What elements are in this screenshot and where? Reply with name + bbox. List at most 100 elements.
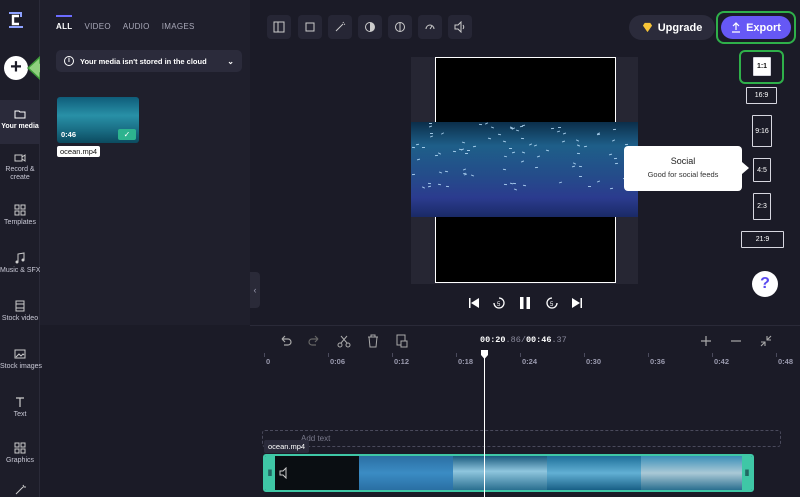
fish-speck (609, 187, 614, 190)
ratio-2-3[interactable]: 2:3 (753, 193, 771, 220)
fish-speck (415, 143, 420, 146)
clipchamp-logo[interactable] (4, 8, 28, 32)
grid-icon (14, 204, 26, 216)
scissors-icon[interactable] (336, 333, 352, 349)
crop-button[interactable] (298, 15, 322, 39)
zoom-in-icon[interactable] (698, 333, 714, 349)
cloud-storage-notice[interactable]: i Your media isn't stored in the cloud ⌄ (56, 50, 242, 72)
collapse-panel-handle[interactable]: ‹ (250, 272, 260, 308)
redo-icon[interactable] (306, 333, 322, 349)
video-clip[interactable]: ‖ ‖ (263, 454, 754, 492)
text-track[interactable]: Add text (262, 430, 781, 447)
fish-speck (452, 150, 457, 153)
fish-speck (611, 139, 616, 142)
rail-templates[interactable]: Templates (0, 200, 40, 244)
rail-label: Stock video (1, 315, 39, 322)
tab-all[interactable]: ALL (56, 15, 73, 39)
ratio-1-1[interactable]: 1:1 (753, 57, 771, 76)
clip-trim-handle-left[interactable]: ‖ (265, 456, 275, 490)
forward-5-icon[interactable]: 5 (545, 296, 559, 310)
tab-audio[interactable]: AUDIO (123, 15, 150, 39)
tick-label: 0:42 (714, 357, 730, 366)
tick (776, 353, 777, 357)
ratio-4-5[interactable]: 4:5 (753, 158, 771, 182)
tab-images[interactable]: IMAGES (162, 15, 195, 39)
add-media-button[interactable]: + (4, 56, 28, 80)
fish-speck (583, 145, 588, 148)
rewind-5-icon[interactable]: 5 (492, 296, 506, 310)
fish-speck (421, 146, 426, 149)
help-button[interactable]: ? (752, 271, 778, 297)
fish-speck (509, 182, 514, 185)
upgrade-label: Upgrade (657, 21, 703, 34)
fish-speck (519, 125, 524, 128)
skip-back-icon[interactable] (468, 296, 480, 310)
magic-wand-icon (335, 21, 346, 32)
media-thumbnail[interactable]: 0:46 ✓ (57, 97, 139, 143)
contrast-button[interactable] (358, 15, 382, 39)
total-time-fraction: .37 (551, 335, 567, 345)
fish-speck (421, 186, 426, 189)
tick (648, 353, 649, 357)
timeline-ruler[interactable]: 0 0:06 0:12 0:18 0:24 0:30 0:36 0:42 0:4… (262, 353, 800, 371)
magic-button[interactable] (328, 15, 352, 39)
rail-stock-images[interactable]: Stock images (0, 344, 42, 388)
filters-button[interactable] (388, 15, 412, 39)
skip-forward-icon[interactable] (571, 296, 583, 310)
fish-speck (533, 144, 538, 147)
clip-frame (547, 456, 641, 490)
fish-speck (438, 171, 443, 174)
clip-frame (641, 456, 744, 490)
info-icon: i (64, 56, 74, 66)
upgrade-button[interactable]: Upgrade (629, 15, 715, 40)
layout-button[interactable] (267, 15, 291, 39)
speed-button[interactable] (418, 15, 442, 39)
fish-speck (427, 182, 432, 185)
fish-speck (536, 155, 541, 158)
rail-record-create[interactable]: Record & create (0, 148, 40, 192)
timecode: 00:20.86/00:46.37 (480, 335, 567, 345)
trash-icon[interactable] (365, 333, 381, 349)
rail-your-media[interactable]: Your media (0, 100, 40, 144)
rail-graphics[interactable]: Graphics (0, 438, 40, 482)
ratio-16-9[interactable]: 16:9 (746, 87, 777, 104)
tick (712, 353, 713, 357)
tick-label: 0:30 (586, 357, 602, 366)
fit-timeline-icon[interactable] (758, 333, 774, 349)
fish-speck (614, 162, 619, 165)
rail-stock-video[interactable]: Stock video (0, 296, 40, 340)
tick (584, 353, 585, 357)
clip-frame (453, 456, 547, 490)
playhead-line[interactable] (484, 358, 485, 497)
tab-video[interactable]: VIDEO (84, 15, 110, 39)
media-filename: ocean.mp4 (57, 146, 101, 157)
speaker-icon[interactable] (279, 467, 291, 479)
undo-icon[interactable] (278, 333, 294, 349)
ratio-21-9[interactable]: 21:9 (741, 231, 784, 248)
rail-text[interactable]: Text (0, 392, 40, 436)
rail-transitions[interactable] (0, 484, 40, 497)
ratio-9-16[interactable]: 9:16 (752, 115, 772, 147)
tick-label: 0:36 (650, 357, 666, 366)
rail-music-sfx[interactable]: Music & SFX (0, 248, 40, 292)
fish-speck (434, 154, 439, 157)
fish-speck (467, 150, 470, 151)
fish-speck (487, 137, 492, 140)
fish-speck (411, 146, 416, 149)
chevron-down-icon[interactable]: ⌄ (227, 57, 234, 66)
fish-speck (427, 185, 432, 188)
film-icon (15, 300, 25, 312)
fish-speck (513, 188, 518, 191)
clip-trim-handle-right[interactable]: ‖ (742, 456, 752, 490)
fish-speck (596, 133, 601, 136)
export-label: Export (746, 21, 781, 34)
tick (456, 353, 457, 357)
rail-label: Record & create (5, 166, 35, 181)
pause-icon[interactable] (519, 296, 531, 310)
fish-speck (429, 135, 434, 138)
duplicate-icon[interactable] (394, 333, 410, 349)
zoom-out-icon[interactable] (728, 333, 744, 349)
export-button[interactable]: Export (721, 16, 791, 39)
playback-controls: 5 5 (468, 296, 583, 312)
audio-button[interactable] (448, 15, 472, 39)
